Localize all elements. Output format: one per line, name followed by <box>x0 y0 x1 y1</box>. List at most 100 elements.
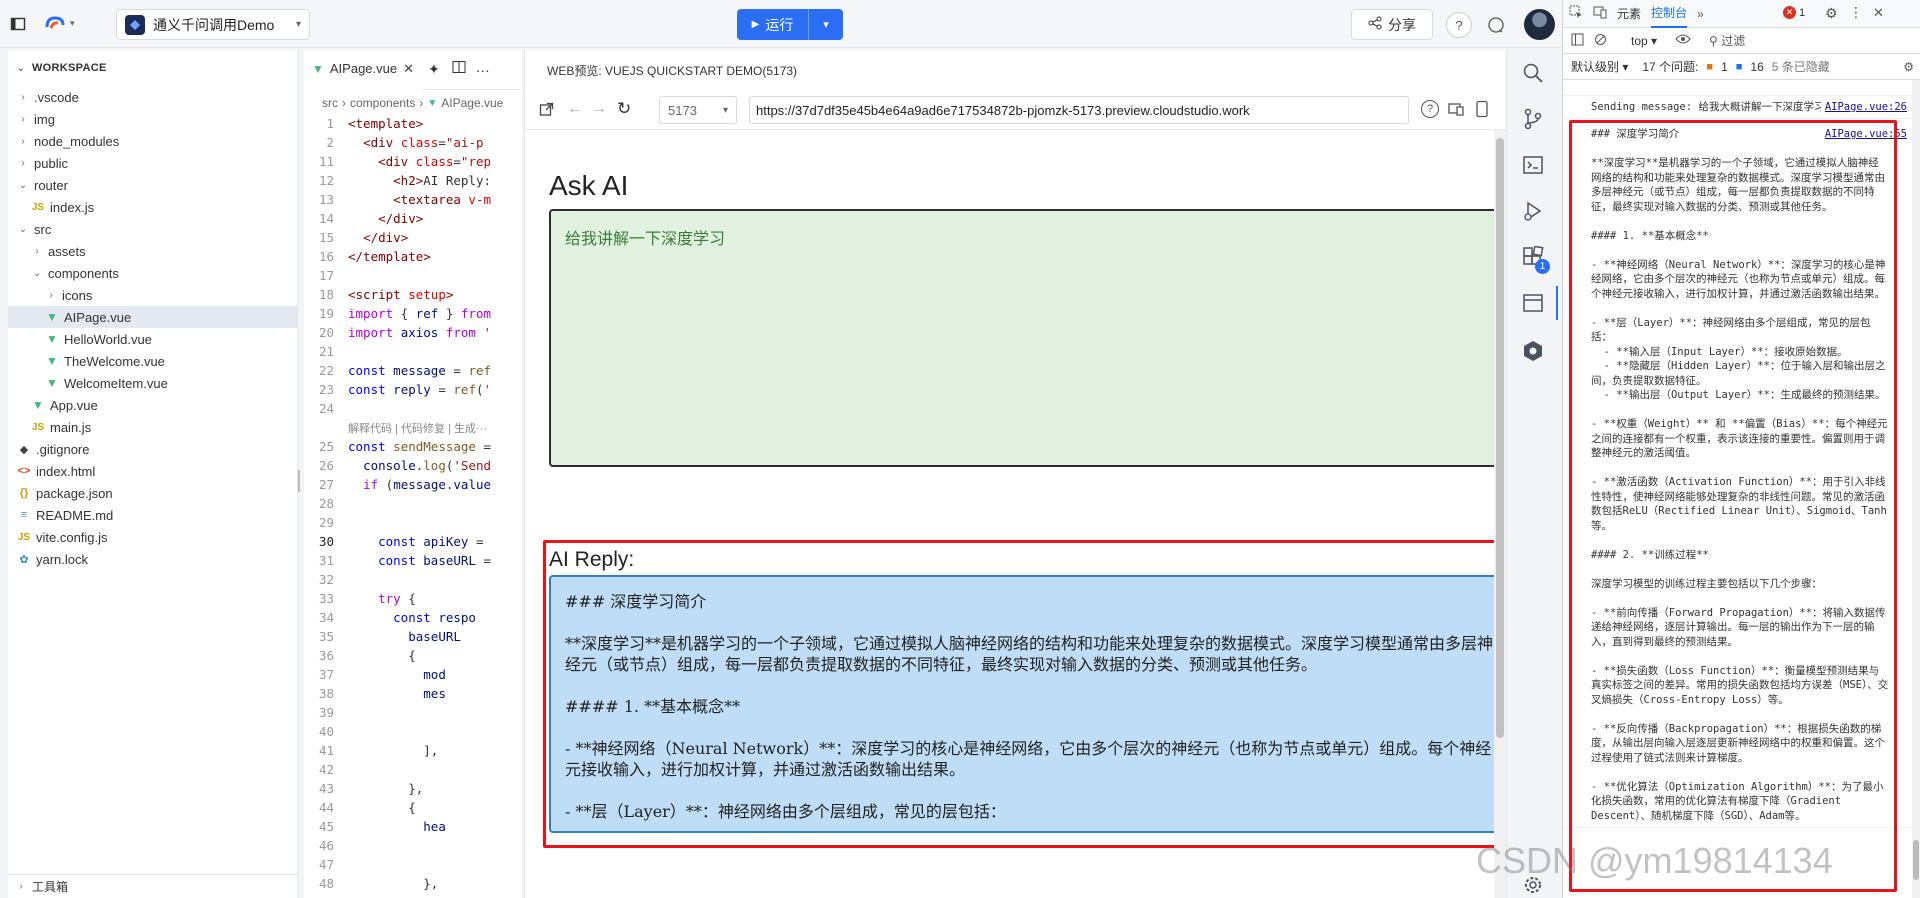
search-icon[interactable] <box>1520 60 1546 86</box>
code-line[interactable]: 38 mes <box>304 686 522 705</box>
project-selector[interactable]: 通义千问调用Demo ▾ <box>116 9 310 40</box>
code-lines[interactable]: 1 <template> 2 <div class="ai-p 11 <div cla… <box>304 116 522 895</box>
code-line[interactable]: 28 <box>304 496 522 515</box>
more-icon[interactable]: ··· <box>476 62 490 78</box>
code-line[interactable]: 11 <div class="rep <box>304 154 522 173</box>
code-line[interactable]: 18 <script setup> <box>304 287 522 306</box>
devices-icon[interactable] <box>1447 100 1465 123</box>
tab-elements[interactable]: 元素 <box>1617 5 1641 22</box>
preview-panel-icon[interactable] <box>1520 290 1546 316</box>
code-line[interactable]: 20 import axios from ' <box>304 325 522 344</box>
tree-file[interactable]: ▼ TheWelcome.vue <box>8 350 297 372</box>
copilot-icon[interactable]: ✦ <box>428 61 440 78</box>
help-icon[interactable]: ? <box>1446 12 1472 38</box>
chevron-down-icon[interactable]: ⌄ <box>14 63 28 74</box>
code-line[interactable]: 41 ], <box>304 743 522 762</box>
settings-gear-icon[interactable]: ⚙ <box>1825 5 1838 22</box>
code-line[interactable]: 32 <box>304 572 522 591</box>
code-line[interactable]: 46 <box>304 838 522 857</box>
user-avatar[interactable] <box>1524 9 1555 40</box>
context-select[interactable]: top ▾ <box>1631 34 1657 48</box>
cloudstudio-logo-icon[interactable]: ▾ <box>44 15 75 31</box>
code-line[interactable]: 23 const reply = ref(' <box>304 382 522 401</box>
clear-console-icon[interactable] <box>1594 33 1607 49</box>
code-line[interactable]: 40 <box>304 724 522 743</box>
code-line[interactable]: 2 <div class="ai-p <box>304 135 522 154</box>
preview-scrollbar[interactable] <box>1494 130 1506 898</box>
codebuddy-icon[interactable] <box>1520 338 1546 364</box>
tab-aipage-vue[interactable]: ▼ AIPage.vue ✕ <box>304 49 423 90</box>
log-level-select[interactable]: 默认级别 ▾ <box>1571 58 1628 75</box>
code-line[interactable]: 45 hea <box>304 819 522 838</box>
source-control-icon[interactable] <box>1520 106 1546 132</box>
code-line[interactable]: 12 <h2>AI Reply: <box>304 173 522 192</box>
error-icon[interactable]: ✕ <box>1783 6 1796 19</box>
code-line[interactable]: 26 console.log('Send <box>304 458 522 477</box>
console-scrollbar[interactable] <box>1912 80 1920 898</box>
tree-file[interactable]: ▼ WelcomeItem.vue <box>8 372 297 394</box>
run-debug-icon[interactable] <box>1520 198 1546 224</box>
split-editor-icon[interactable] <box>452 60 466 79</box>
tree-file[interactable]: <> index.html <box>8 460 297 482</box>
code-line[interactable]: 48 }, <box>304 876 522 895</box>
tree-file[interactable]: JS index.js <box>8 196 297 218</box>
share-button[interactable]: 分享 <box>1351 9 1433 40</box>
issues-count[interactable]: 17 个问题: <box>1642 58 1698 75</box>
tree-file[interactable]: ✿ yarn.lock <box>8 548 297 570</box>
tree-folder[interactable]: › public <box>8 152 297 174</box>
question-textarea[interactable]: 给我讲解一下深度学习 <box>549 209 1495 467</box>
tab-console[interactable]: 控制台 <box>1651 0 1688 28</box>
tree-folder[interactable]: › icons <box>8 284 297 306</box>
tree-folder[interactable]: ⌄ components <box>8 262 297 284</box>
reply-textarea[interactable]: ### 深度学习简介 **深度学习**是机器学习的一个子领域，它通过模拟人脑神经网… <box>549 575 1495 833</box>
mobile-view-icon[interactable] <box>1475 100 1489 123</box>
tree-file[interactable]: JS vite.config.js <box>8 526 297 548</box>
code-line[interactable]: 30 const apiKey = <box>304 534 522 553</box>
more-tabs-icon[interactable]: » <box>1697 7 1704 21</box>
open-external-icon[interactable] <box>539 102 554 122</box>
settings-gear-icon[interactable] <box>1520 872 1546 898</box>
code-line[interactable]: 42 <box>304 762 522 781</box>
terminal-icon[interactable] <box>1520 152 1546 178</box>
more-options-icon[interactable]: ⋮ <box>1849 4 1863 21</box>
code-line[interactable]: 47 <box>304 857 522 876</box>
code-line[interactable]: 22 const message = ref <box>304 363 522 382</box>
tree-file[interactable]: ▼ AIPage.vue <box>8 306 297 328</box>
close-icon[interactable]: ✕ <box>403 61 414 77</box>
code-line[interactable]: 35 baseURL <box>304 629 522 648</box>
code-line[interactable]: 36 { <box>304 648 522 667</box>
breadcrumb-components[interactable]: components <box>350 96 415 110</box>
inspect-icon[interactable] <box>1569 5 1583 22</box>
device-toolbar-icon[interactable] <box>1593 5 1607 22</box>
code-line[interactable]: 31 const baseURL = <box>304 553 522 572</box>
filter-field[interactable]: ⚲ 过滤 <box>1709 32 1745 49</box>
refresh-icon[interactable]: ↻ <box>617 99 631 119</box>
tree-folder[interactable]: › assets <box>8 240 297 262</box>
code-line[interactable]: 44 { <box>304 800 522 819</box>
tree-file[interactable]: JS main.js <box>8 416 297 438</box>
code-line[interactable]: 34 const respo <box>304 610 522 629</box>
code-line[interactable]: 15 </div> <box>304 230 522 249</box>
forward-icon[interactable]: → <box>591 100 607 118</box>
extensions-icon[interactable]: 1 <box>1520 244 1550 274</box>
close-icon[interactable]: ✕ <box>1873 5 1884 21</box>
port-select[interactable]: 5173 ▾ <box>659 96 737 124</box>
eye-icon[interactable] <box>1675 33 1691 48</box>
url-input[interactable]: https://37d7df35e45b4e64a9ad6e717534872b… <box>749 96 1409 124</box>
toolbox-panel[interactable]: › 工具箱 <box>8 874 298 898</box>
run-button[interactable]: ▶ 运行 <box>737 9 809 40</box>
code-line[interactable]: 39 <box>304 705 522 724</box>
code-line[interactable]: 43 }, <box>304 781 522 800</box>
tree-folder[interactable]: › .vscode <box>8 86 297 108</box>
breadcrumb-src[interactable]: src <box>322 96 338 110</box>
settings-gear-icon[interactable]: ⚙ <box>1903 60 1914 74</box>
code-line[interactable]: 1 <template> <box>304 116 522 135</box>
explorer-resize-handle[interactable] <box>298 470 300 492</box>
code-line[interactable]: 24 <box>304 401 522 420</box>
back-icon[interactable]: ← <box>567 100 583 118</box>
tree-folder[interactable]: ⌄ router <box>8 174 297 196</box>
help-icon[interactable]: ? <box>1421 100 1439 118</box>
code-line[interactable]: 14 </div> <box>304 211 522 230</box>
tree-file[interactable]: ▼ HelloWorld.vue <box>8 328 297 350</box>
chat-icon[interactable] <box>1483 12 1509 38</box>
